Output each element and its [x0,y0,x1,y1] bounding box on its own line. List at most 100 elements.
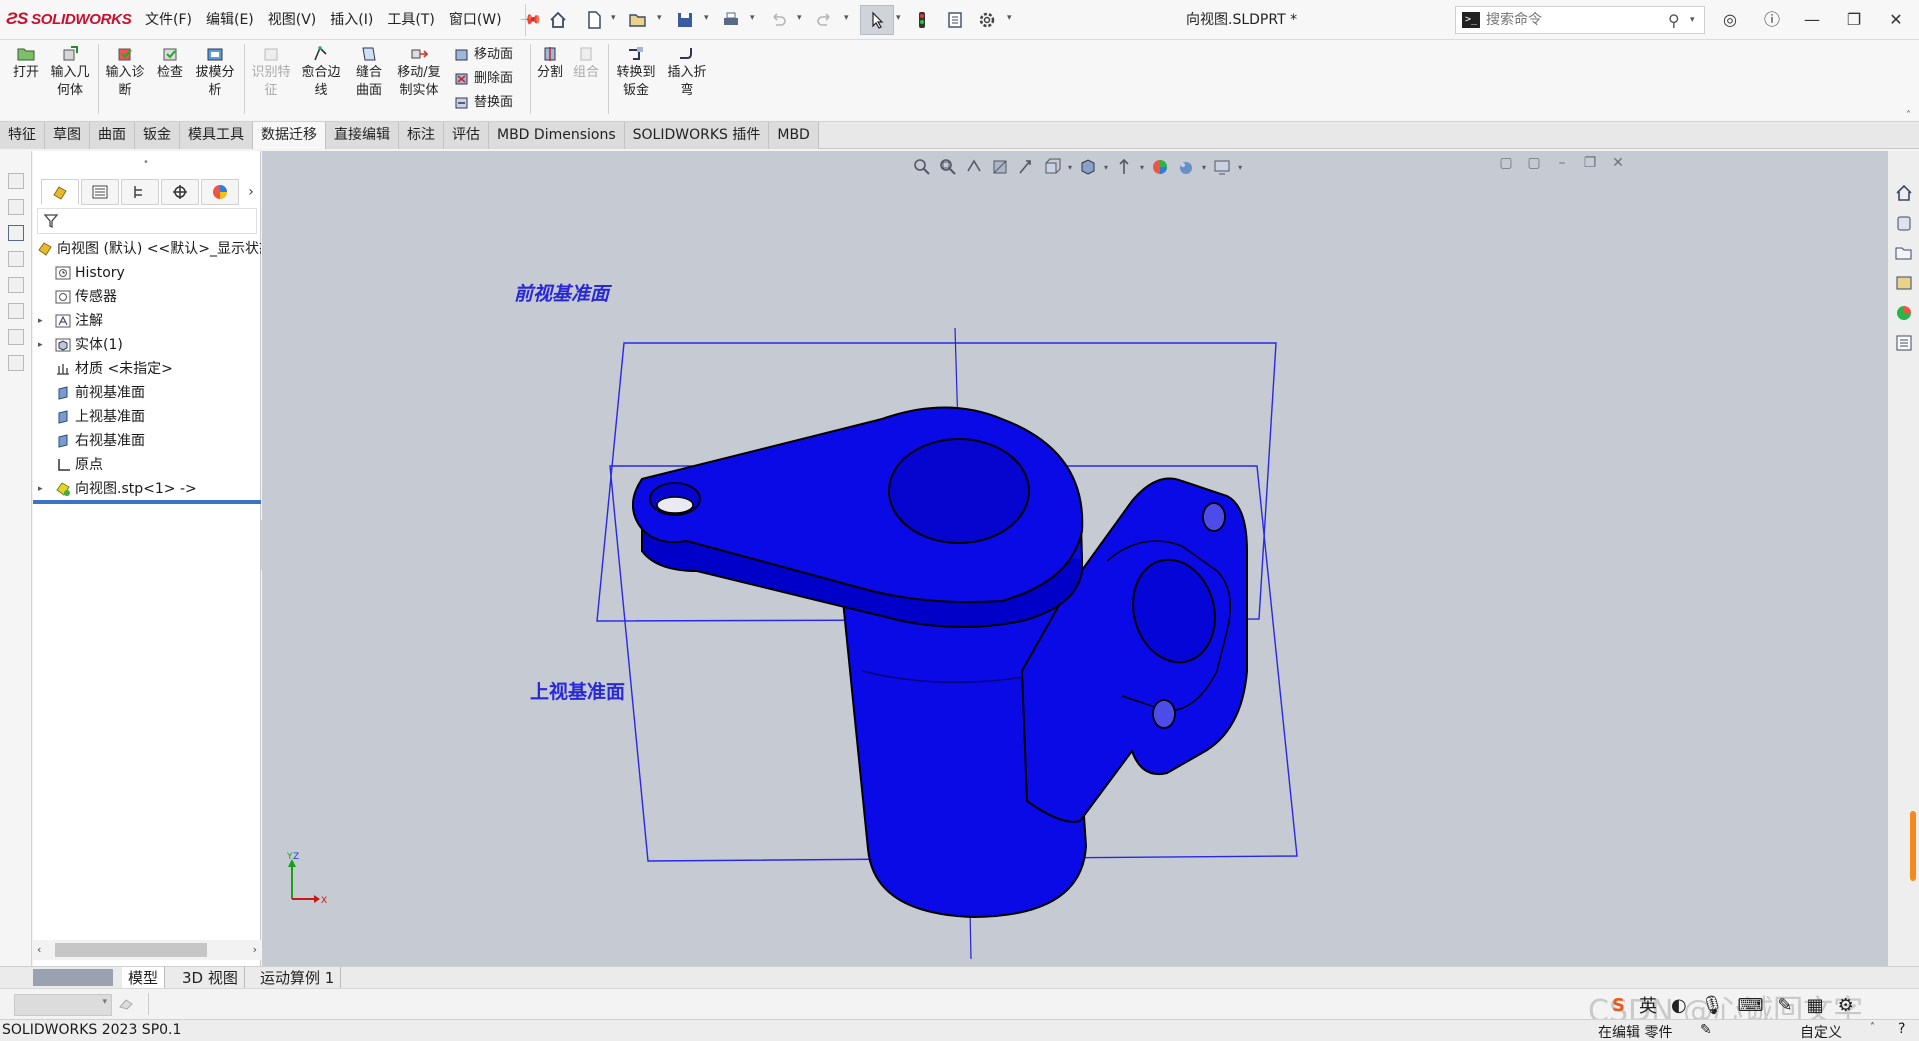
configuration-manager-tab[interactable] [121,179,159,205]
view-palette-icon[interactable] [1894,273,1914,293]
sketch-tool-icon[interactable] [8,329,24,345]
search-icon[interactable]: ⚲ [1668,11,1680,30]
tab-mold-tools[interactable]: 模具工具 [180,122,253,149]
expand-arrow-icon[interactable]: ▸ [38,309,43,333]
task-pane-scroll-indicator[interactable] [1910,811,1916,881]
split-button[interactable]: 分割 [534,44,566,82]
tab-scroll-buttons[interactable] [33,969,113,986]
tab-features[interactable]: 特征 [0,122,45,149]
convert-to-sheet-metal-button[interactable]: 转换到 钣金 [612,44,660,100]
ime-logo-icon[interactable]: S [1612,995,1625,1016]
menu-window[interactable]: 窗口(W) [442,0,509,40]
rebuild-status-icon[interactable]: ✎ [1700,1022,1712,1038]
tree-filter-box[interactable] [37,208,257,234]
tree-item-solid-bodies[interactable]: ▸ 实体(1) [33,333,261,357]
chevron-down-icon[interactable]: ▾ [102,997,107,1007]
chevron-right-icon[interactable]: › [241,179,261,205]
expand-arrow-icon[interactable]: ▸ [38,477,43,501]
tree-item-front-plane[interactable]: 前视基准面 [33,381,261,405]
chevron-down-icon[interactable]: ▾ [704,13,709,23]
chevron-down-icon[interactable]: ▾ [844,13,849,23]
tree-item-annotations[interactable]: ▸ 注解 [33,309,261,333]
save-icon[interactable] [675,10,695,30]
restore-button[interactable]: ❐ [1834,0,1874,40]
chevron-down-icon[interactable]: ▾ [750,13,755,23]
print-icon[interactable] [721,10,741,30]
chevron-down-icon[interactable]: ▾ [611,13,616,23]
move-face-button[interactable]: 移动面 [454,44,513,66]
pin-icon[interactable]: 📌 [510,0,551,40]
property-manager-tab[interactable] [81,179,119,205]
eraser-icon[interactable] [118,997,134,1011]
panel-grip-icon[interactable]: • [143,157,149,168]
unit-system[interactable]: 自定义 [1800,1022,1842,1041]
sketch-tool-icon[interactable] [8,355,24,371]
search-input[interactable] [1486,9,1656,31]
horizontal-scrollbar[interactable]: ‹ › [33,940,261,960]
select-tool-button[interactable] [860,5,894,35]
close-button[interactable]: ✕ [1876,0,1916,40]
draft-analysis-button[interactable]: 拔模分 析 [192,44,238,100]
ime-mic-icon[interactable]: 🎙 [1701,995,1724,1016]
combine-button[interactable]: 组合 [570,44,602,82]
knit-surface-button[interactable]: 缝合 曲面 [350,44,388,100]
menu-view[interactable]: 视图(V) [261,0,324,40]
chevron-down-icon[interactable]: ▾ [657,13,662,23]
chevron-down-icon[interactable]: ▾ [1007,13,1012,23]
tab-surfaces[interactable]: 曲面 [90,122,135,149]
import-diagnosis-button[interactable]: 输入诊 断 [102,44,148,100]
tree-item-material[interactable]: 材质 <未指定> [33,357,261,381]
scrollbar-thumb[interactable] [55,943,207,957]
collapse-ribbon-icon[interactable]: ˄ [1906,110,1911,121]
chevron-down-icon[interactable]: ▾ [797,13,802,23]
move-copy-body-button[interactable]: 移动/复 制实体 [392,44,446,100]
replace-face-button[interactable]: 替换面 [454,92,513,114]
ime-keyboard-icon[interactable]: ⌨ [1738,995,1764,1016]
tab-sheet-metal[interactable]: 钣金 [135,122,180,149]
chevron-up-icon[interactable]: ˄ [1870,1022,1875,1033]
tree-item-top-plane[interactable]: 上视基准面 [33,405,261,429]
heal-edges-button[interactable]: 愈合边 线 [298,44,344,100]
chevron-down-icon[interactable]: ▾ [896,13,901,23]
tab-solidworks-addins[interactable]: SOLIDWORKS 插件 [624,122,770,149]
expand-arrow-icon[interactable]: ▸ [38,333,43,357]
sketch-tool-icon[interactable] [8,277,24,293]
undo-icon[interactable] [768,10,788,30]
menu-edit[interactable]: 编辑(E) [199,0,261,40]
tab-sketch[interactable]: 草图 [45,122,90,149]
sketch-tool-icon[interactable] [8,173,24,189]
user-account-icon[interactable]: ◎ [1710,0,1750,40]
graphics-area[interactable]: ▾ ▾ ▾ ▾ ▾ ▢ ▢ – ❐ ✕ 前视基准面 上视基准面 Y Z X [262,151,1887,966]
solidworks-logo[interactable]: ƧS SOLIDWORKS [6,9,132,29]
minimize-button[interactable]: — [1792,0,1832,40]
tab-model[interactable]: 模型 [122,967,166,989]
redo-icon[interactable] [815,10,835,30]
search-commands-box[interactable]: >_ ⚲ ▾ [1455,6,1705,34]
appearances-scenes-icon[interactable] [1894,303,1914,323]
tree-item-imported-stp[interactable]: ▸ 向视图.stp<1> -> [33,477,261,501]
scroll-left-icon[interactable]: ‹ [37,940,41,960]
part-body[interactable] [632,406,1248,919]
tab-3d-view[interactable]: 3D 视图 [176,967,245,989]
delete-face-button[interactable]: 删除面 [454,68,513,90]
ime-skin-icon[interactable]: ✎ [1778,995,1793,1016]
import-geometry-button[interactable]: 输入几 何体 [46,44,94,100]
tab-mbd-dimensions[interactable]: MBD Dimensions [489,122,625,149]
tab-direct-editing[interactable]: 直接编辑 [326,122,399,149]
chevron-down-icon[interactable]: ▾ [1690,15,1695,25]
model-view[interactable]: 前视基准面 上视基准面 Y Z X [262,151,1887,966]
design-library-icon[interactable] [1894,213,1914,233]
rollback-bar[interactable] [33,500,261,504]
menu-tools[interactable]: 工具(T) [380,0,441,40]
home-icon[interactable] [548,10,568,30]
custom-properties-icon[interactable] [1894,333,1914,353]
help-notify-icon[interactable]: ? [1898,1021,1905,1037]
feature-manager-tab[interactable] [41,179,79,205]
sketch-tool-icon[interactable] [8,251,24,267]
sketch-tool-icon[interactable] [8,303,24,319]
tab-data-migration[interactable]: 数据迁移 [253,122,326,149]
tab-markup[interactable]: 标注 [399,122,444,149]
rebuild-icon[interactable] [912,10,932,30]
open-button[interactable]: 打开 [8,44,44,82]
scroll-right-icon[interactable]: › [253,940,257,960]
